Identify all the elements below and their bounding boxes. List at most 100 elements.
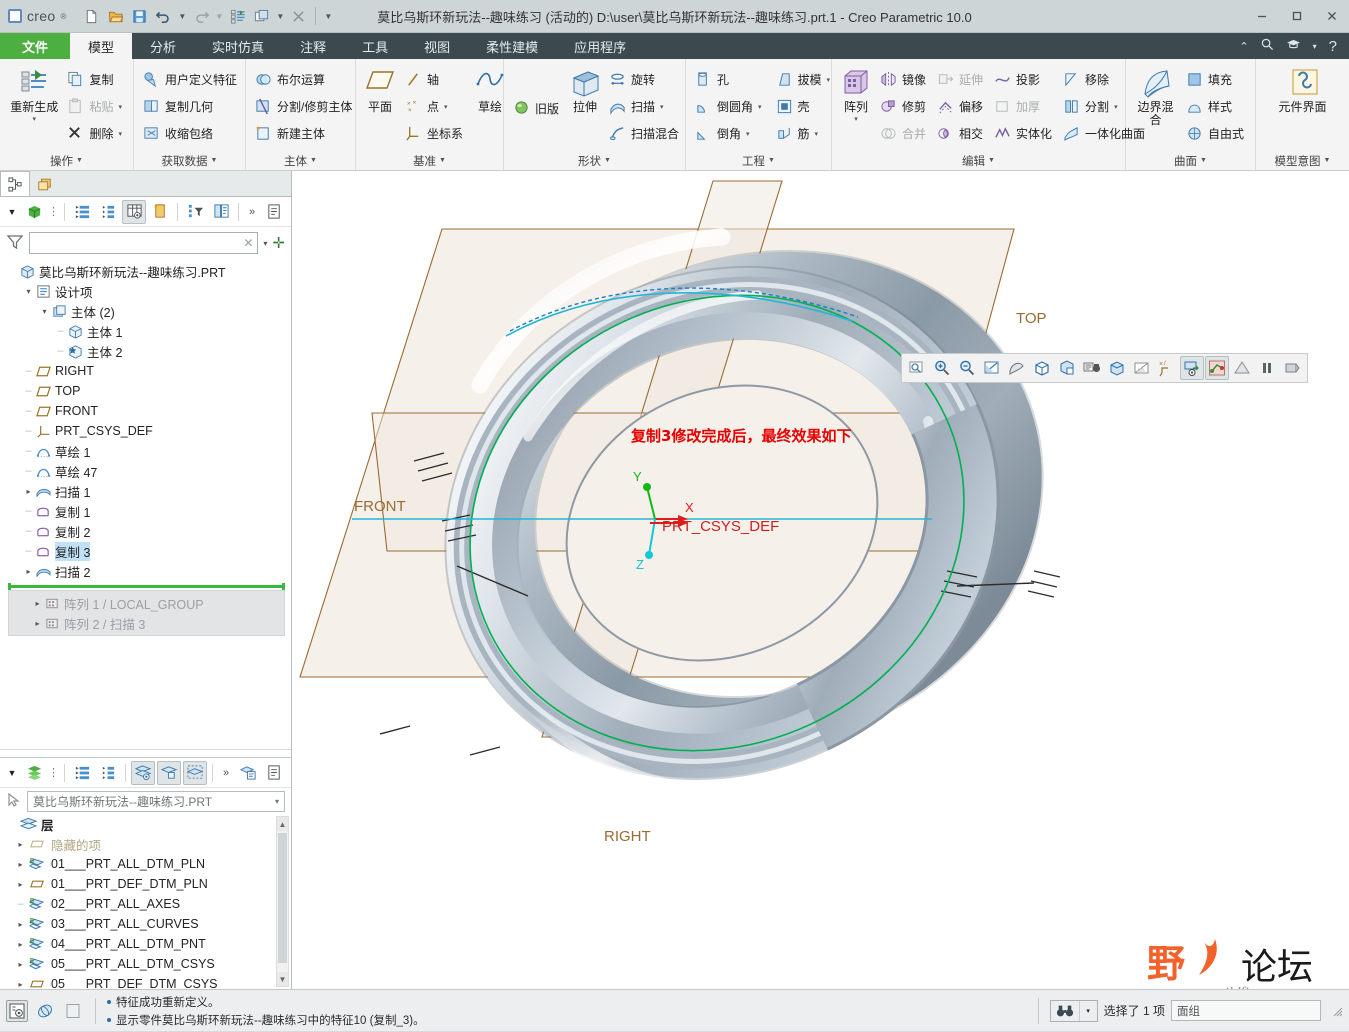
saved-views-icon[interactable]	[1055, 356, 1079, 380]
shell-button[interactable]: 壳	[773, 94, 836, 120]
udf-button[interactable]: 用户定义特征	[140, 67, 242, 93]
project-button[interactable]: 投影	[991, 67, 1057, 93]
tree-item--2[interactable]: – 主体 2	[0, 341, 291, 361]
tab-file[interactable]: 文件	[0, 33, 71, 59]
tree-settings-caret[interactable]: ▼	[4, 200, 20, 224]
rib-caret[interactable]: ▾	[815, 130, 819, 138]
boundary-blend-big-button[interactable]: 边界混合	[1132, 65, 1179, 149]
chamfer-caret[interactable]: ▾	[746, 130, 750, 138]
layer-scroll-down-icon[interactable]: ▼	[277, 972, 288, 986]
minimize-button[interactable]	[1244, 1, 1279, 32]
window-dropdown[interactable]: ▼	[274, 5, 286, 28]
layer-expander-icon[interactable]: ▸	[14, 840, 27, 849]
boolean-button[interactable]: 布尔运算	[252, 67, 357, 93]
spin-center-icon[interactable]	[1005, 356, 1029, 380]
layer-scrollbar[interactable]: ▲ ▼	[276, 816, 289, 987]
redo-button[interactable]	[189, 5, 212, 28]
appearance-gallery-icon[interactable]	[1230, 356, 1254, 380]
model-3d-scene[interactable]: X Y Z PRT_CSYS_DEF TOP FRONT RIGHT	[292, 171, 1349, 989]
spin-icon[interactable]	[34, 1000, 56, 1022]
intersect-button[interactable]: 相交	[934, 121, 988, 147]
layer-model-selector[interactable]: 莫比乌斯环新玩法--趣味练习.PRT ▾	[27, 790, 285, 812]
copy-geometry-button[interactable]: 复制几何	[140, 94, 242, 120]
layer-collapse-icon[interactable]	[96, 761, 120, 785]
round-caret[interactable]: ▾	[758, 103, 762, 111]
tree-item--1[interactable]: – 复制 1	[0, 501, 291, 521]
copy-button[interactable]: 复制	[64, 67, 127, 93]
layer-scroll-thumb[interactable]	[278, 833, 287, 963]
rib-button[interactable]: 筋 ▾	[773, 121, 836, 147]
graphics-viewport[interactable]: X Y Z PRT_CSYS_DEF TOP FRONT RIGHT 复制3修改…	[292, 171, 1349, 989]
model-tree-tab[interactable]	[0, 171, 30, 196]
tree-item--2[interactable]: ▸ 扫描 2	[0, 561, 291, 581]
spin-center-toggle-icon[interactable]	[1205, 356, 1229, 380]
filter-type-combo[interactable]: 面组	[1171, 1000, 1321, 1021]
sweep-caret[interactable]: ▾	[660, 103, 664, 111]
datum-plane-big-button[interactable]: 平面	[362, 65, 398, 149]
ribbon-group-get-data-label[interactable]: 获取数据 ▼	[134, 151, 245, 170]
regenerate-big-button[interactable]: 重新生成 ▾	[6, 65, 62, 149]
ribbon-group-editing-label[interactable]: 编辑 ▼	[832, 151, 1125, 170]
hole-button[interactable]: 孔	[692, 67, 767, 93]
tree-item-prt_csys_def[interactable]: – PRT_CSYS_DEF	[0, 421, 291, 441]
sketch-big-button[interactable]: 草绘	[472, 65, 508, 149]
selection-filter-dropdown[interactable]: ▾	[1078, 1000, 1097, 1021]
ribbon-group-operations-label[interactable]: 操作 ▼	[0, 151, 133, 170]
swept-blend-button[interactable]: 扫描混合	[606, 121, 684, 147]
stop-icon[interactable]	[1280, 356, 1304, 380]
solidify-button[interactable]: 实体化	[991, 121, 1057, 147]
tab-live-sim[interactable]: 实时仿真	[194, 33, 282, 59]
tree-item--3[interactable]: – 复制 3	[0, 541, 291, 561]
tab-analysis[interactable]: 分析	[132, 33, 194, 59]
tree-expander-icon[interactable]: ▸	[22, 487, 35, 496]
split-caret[interactable]: ▾	[1114, 103, 1118, 111]
layer-expander-icon[interactable]: ▸	[14, 960, 27, 969]
tree-expander-icon[interactable]: ▸	[31, 599, 44, 608]
layer-root[interactable]: 层	[0, 814, 291, 834]
layer-expander-icon[interactable]: ▸	[14, 940, 27, 949]
search-binoculars-icon[interactable]	[1051, 1001, 1079, 1021]
tree-options-icon[interactable]	[262, 200, 286, 224]
blank-pane-icon[interactable]	[62, 1000, 84, 1022]
split-trim-body-button[interactable]: 分割/修剪主体	[252, 94, 357, 120]
collapse-ribbon-icon[interactable]: ⌃	[1239, 40, 1248, 53]
draft-button[interactable]: 拔模 ▾	[773, 67, 836, 93]
repaint-icon[interactable]	[980, 356, 1004, 380]
close-button[interactable]	[1314, 1, 1349, 32]
model-display-icon[interactable]	[6, 999, 28, 1022]
datum-point-button[interactable]: × × × 点 ▾	[402, 94, 468, 120]
datum-axis-button[interactable]: 轴	[402, 67, 468, 93]
layer-expander-icon[interactable]: ▸	[14, 920, 27, 929]
layer-item-01___prt_def_dtm_pln[interactable]: ▸ 01___PRT_DEF_DTM_PLN	[0, 874, 291, 894]
tree-filter-icon[interactable]	[183, 200, 207, 224]
paste-caret[interactable]: ▾	[118, 103, 122, 111]
layer-item-03___prt_all_curves[interactable]: ▸ 03___PRT_ALL_CURVES	[0, 914, 291, 934]
folder-browser-tab[interactable]	[30, 171, 60, 196]
chamfer-button[interactable]: 倒角 ▾	[692, 121, 767, 147]
style-button[interactable]: 样式	[1183, 94, 1249, 120]
tree-search-input[interactable]	[34, 236, 244, 250]
tab-annotate[interactable]: 注释	[282, 33, 344, 59]
tree-expander-icon[interactable]: ▸	[31, 619, 44, 628]
layer-tree[interactable]: 层 ▲ ▼ ▸ 隐藏的项 ▸ 01___PRT_ALL_DTM_PLN ▸ 01___PR…	[0, 814, 291, 989]
tree-item--1[interactable]: – 草绘 1	[0, 441, 291, 461]
window-button[interactable]	[250, 5, 273, 28]
layer-item-05___prt_all_dtm_csys[interactable]: ▸ 05___PRT_ALL_DTM_CSYS	[0, 954, 291, 974]
layer-item-01___prt_all_dtm_pln[interactable]: ▸ 01___PRT_ALL_DTM_PLN	[0, 854, 291, 874]
tab-flexible-modeling[interactable]: 柔性建模	[468, 33, 556, 59]
tree-item--1[interactable]: – 主体 1	[0, 321, 291, 341]
pattern-big-button[interactable]: 阵列 ▾	[838, 65, 874, 149]
layer-item--[interactable]: ▸ 隐藏的项	[0, 834, 291, 854]
clear-filter-icon[interactable]: ✕	[243, 236, 253, 250]
pause-icon[interactable]	[1255, 356, 1279, 380]
refit-icon[interactable]	[905, 356, 929, 380]
revolve-button[interactable]: 旋转	[606, 67, 684, 93]
tree-item--prt[interactable]: 莫比乌斯环新玩法--趣味练习.PRT	[0, 261, 291, 281]
help-dropdown-icon[interactable]: ▾	[1313, 42, 1317, 51]
insert-indicator-bar[interactable]	[8, 583, 285, 590]
tree-item-front[interactable]: – FRONT	[0, 401, 291, 421]
delete-button[interactable]: 删除 ▾	[64, 121, 127, 147]
tree-item--47[interactable]: – 草绘 47	[0, 461, 291, 481]
legacy-button[interactable]: 旧版	[510, 95, 564, 121]
layer-settings-caret[interactable]: ▼	[4, 761, 20, 785]
